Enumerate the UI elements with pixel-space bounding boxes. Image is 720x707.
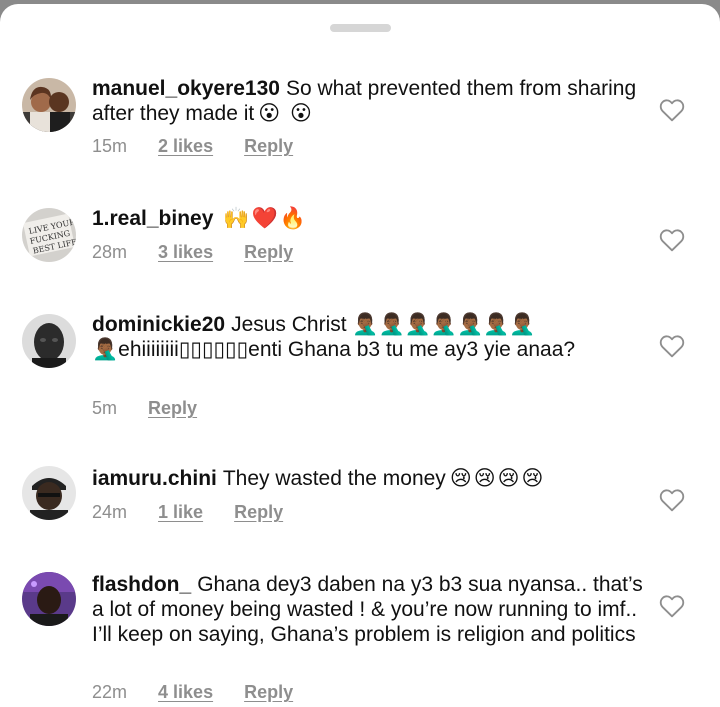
avatar[interactable] [22,572,76,626]
heart-icon[interactable] [659,228,685,252]
comments-sheet: manuel_okyere130 So what prevented them f… [0,4,720,707]
comment-emoji: 🙌❤️🔥 [223,207,308,230]
username[interactable]: 1.real_biney [92,207,213,230]
comment-emoji: 😢😢😢😢 [449,467,546,490]
avatar[interactable] [22,314,76,368]
likes-link[interactable]: 1 like [158,502,203,522]
username[interactable]: dominickie20 [92,313,225,336]
username[interactable]: flashdon_ [92,573,191,596]
username[interactable]: iamuru.chini [92,467,217,490]
comment-text: manuel_okyere130 So what prevented them f… [92,76,640,126]
reply-button[interactable]: Reply [244,242,293,262]
comment-text: 1.real_biney 🙌❤️🔥 [92,206,640,231]
comment-meta: 22m 4 likes Reply [92,682,319,706]
comment-text: flashdon_ Ghana dey3 daben na y3 b3 sua n… [92,572,652,647]
comment-time: 15m [92,136,128,156]
comment-time: 22m [92,682,128,702]
heart-icon[interactable] [659,488,685,512]
comment-time: 28m [92,242,128,262]
comment-time: 24m [92,502,128,522]
comment-emoji: 😮 😮 [258,102,314,125]
reply-button[interactable]: Reply [244,136,293,156]
likes-link[interactable]: 4 likes [158,682,213,702]
comment-text: iamuru.chini They wasted the money 😢😢😢😢 [92,466,640,491]
comment-text: dominickie20 Jesus Christ 🤦🏾‍♂️🤦🏾‍♂️🤦🏾‍♂️… [92,312,642,362]
reply-button[interactable]: Reply [244,682,293,702]
heart-icon[interactable] [659,98,685,122]
comment-meta: 24m 1 like Reply [92,502,309,526]
drag-handle[interactable] [330,24,391,32]
heart-icon[interactable] [659,594,685,618]
comment-meta: 15m 2 likes Reply [92,136,319,160]
comment-body: They wasted the money [222,467,446,490]
reply-button[interactable]: Reply [234,502,283,522]
avatar[interactable]: LIVE YOUR FUCKING BEST LIFE [22,208,76,262]
heart-icon[interactable] [659,334,685,358]
comment-meta: 5m Reply [92,398,223,422]
reply-button[interactable]: Reply [148,398,197,418]
avatar[interactable] [22,466,76,520]
comment-meta: 28m 3 likes Reply [92,242,319,266]
comment-time: 5m [92,398,118,418]
likes-link[interactable]: 2 likes [158,136,213,156]
username[interactable]: manuel_okyere130 [92,77,280,100]
likes-link[interactable]: 3 likes [158,242,213,262]
avatar[interactable] [22,78,76,132]
